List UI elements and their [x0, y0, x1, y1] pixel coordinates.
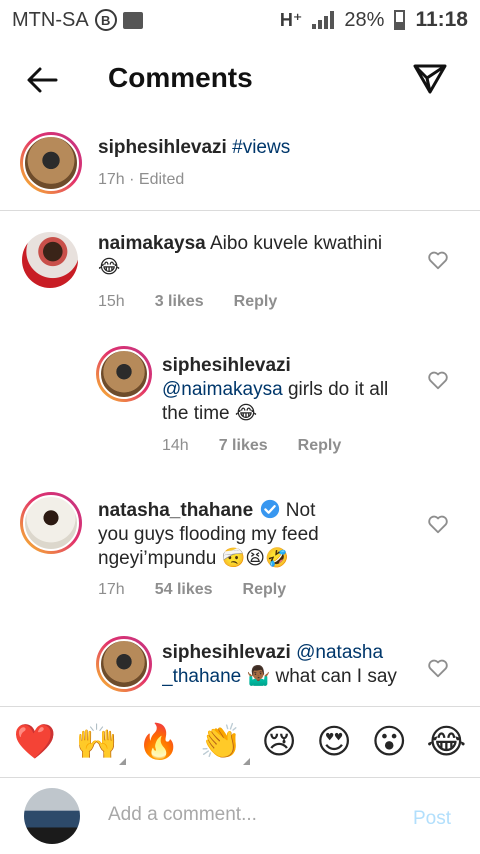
reply-likes[interactable]: 7 likes [219, 437, 268, 455]
open-mouth-emoji[interactable]: 😮 [371, 725, 406, 759]
caption-hashtag[interactable]: #views [232, 137, 290, 158]
verified-badge-icon [260, 499, 279, 519]
divider [0, 210, 480, 211]
reply-time: 14h [162, 437, 189, 454]
clapping-hands-emoji[interactable]: 👏 [200, 725, 250, 765]
comment-username[interactable]: naimakaysa [98, 233, 206, 254]
comment-meta: 15h 3 likes Reply [98, 293, 277, 311]
back-arrow-icon[interactable] [24, 62, 60, 98]
like-heart-icon[interactable] [427, 513, 449, 535]
page-title: Comments [108, 62, 253, 93]
comment-likes[interactable]: 54 likes [155, 581, 213, 599]
comment-text: natasha_thahane Not you guys flooding my… [98, 498, 348, 571]
gallery-icon [122, 11, 143, 29]
comment-input[interactable] [108, 804, 388, 826]
reply-button[interactable]: Reply [234, 293, 278, 311]
comment-emoji: 😂 [98, 257, 121, 278]
emoji-quick-bar: ❤️ 🙌 🔥 👏 😢 😍 😮 😂 [0, 706, 480, 778]
post-button[interactable]: Post [413, 808, 451, 830]
like-heart-icon[interactable] [427, 249, 449, 271]
status-bar: MTN-SA B H⁺ 28% 11:18 [0, 0, 480, 40]
carrier-name: MTN-SA [12, 8, 89, 31]
caption-edited: · Edited [129, 171, 185, 188]
reply-username[interactable]: siphesihlevazi [162, 355, 291, 376]
network-type: H⁺ [279, 9, 303, 30]
like-heart-icon[interactable] [427, 369, 449, 391]
reply-button[interactable]: Reply [298, 437, 342, 455]
user-avatar [24, 788, 80, 844]
comment-text: naimakaysa Aibo kuvele kwathini 😂 [98, 232, 418, 280]
caption-time: 17h [98, 171, 125, 188]
reply-text: siphesihlevazi @naimakaysa girls do it a… [162, 354, 412, 426]
reply-meta: 14h 7 likes Reply [162, 437, 341, 455]
reply-avatar[interactable] [96, 346, 152, 402]
reply-emoji: 🤷🏾‍♂️ [246, 666, 271, 687]
reply-text: siphesihlevazi @natasha _thahane 🤷🏾‍♂️ w… [162, 641, 412, 705]
reply-body: what can I say [275, 666, 397, 687]
reply-avatar[interactable] [96, 636, 152, 692]
header: Comments [0, 40, 480, 116]
reply-username[interactable]: siphesihlevazi [162, 642, 291, 663]
comment-time: 15h [98, 293, 125, 310]
heart-eyes-emoji[interactable]: 😍 [316, 725, 351, 759]
crying-face-emoji[interactable]: 😢 [261, 725, 296, 759]
tears-of-joy-emoji[interactable]: 😂 [426, 725, 466, 759]
battery-percent: 28% [344, 8, 385, 31]
send-icon[interactable] [410, 58, 450, 98]
comment-username[interactable]: natasha_thahane [98, 500, 253, 521]
comment-likes[interactable]: 3 likes [155, 293, 204, 311]
clock: 11:18 [415, 8, 468, 31]
reply-emoji: 😂 [234, 403, 258, 424]
caption-username[interactable]: siphesihlevazi [98, 137, 227, 158]
comment-input-bar: Post [0, 778, 480, 854]
comment-meta: 17h 54 likes Reply [98, 581, 286, 599]
reply-button[interactable]: Reply [243, 581, 287, 599]
comment-time: 17h [98, 581, 125, 598]
caption-text: siphesihlevazi #views [98, 137, 290, 159]
raising-hands-emoji[interactable]: 🙌 [76, 725, 127, 765]
red-heart-emoji[interactable]: ❤️ [14, 725, 56, 759]
comment-body: Aibo kuvele kwathini [209, 233, 383, 254]
caption-meta: 17h · Edited [98, 171, 184, 189]
battery-icon [394, 10, 406, 30]
caption-avatar[interactable] [20, 132, 82, 194]
comment-avatar[interactable] [22, 232, 78, 288]
like-heart-icon[interactable] [427, 657, 449, 679]
b-badge-icon: B [94, 9, 117, 31]
comment-emoji: 🤕😫🤣 [221, 548, 289, 569]
fire-emoji[interactable]: 🔥 [138, 725, 180, 759]
comment-avatar[interactable] [20, 492, 82, 554]
reply-mention[interactable]: @naimakaysa [162, 379, 283, 400]
signal-icon [312, 11, 335, 29]
